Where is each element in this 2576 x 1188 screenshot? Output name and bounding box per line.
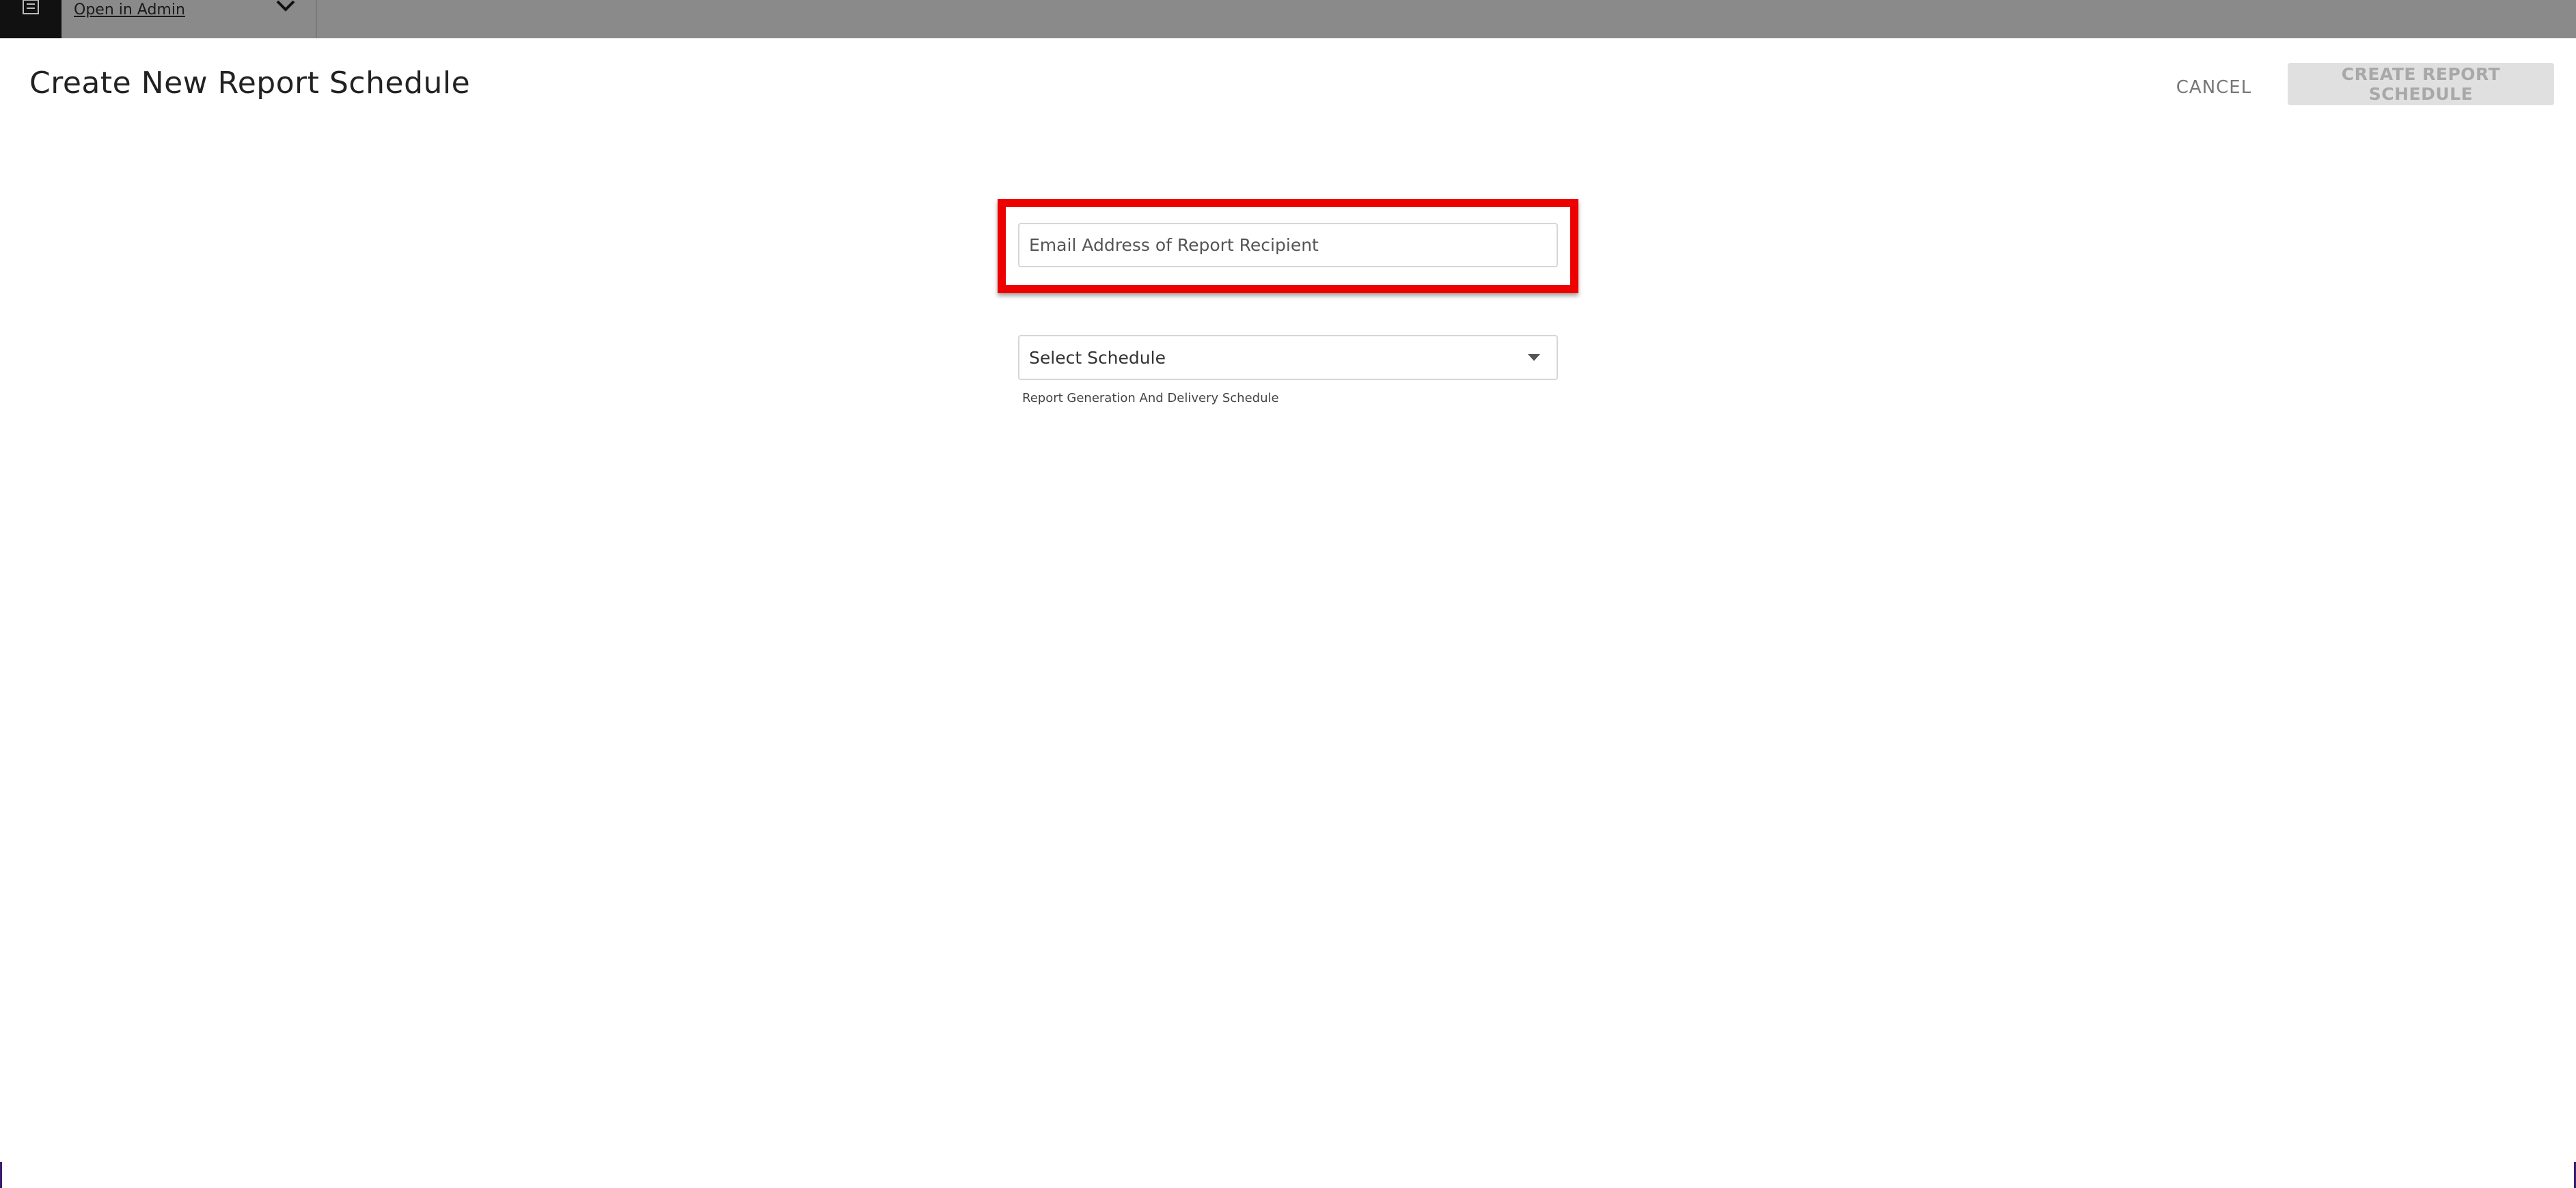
recipient-email-input[interactable] (1018, 223, 1558, 267)
left-edge-accent (0, 1162, 2, 1188)
cancel-button[interactable]: CANCEL (2166, 70, 2262, 105)
topbar-divider (316, 0, 317, 38)
create-report-schedule-button[interactable]: CREATE REPORT SCHEDULE (2288, 63, 2554, 105)
schedule-select-value: Select Schedule (1029, 348, 1166, 368)
open-in-admin-link[interactable]: Open in Admin (74, 1, 185, 18)
create-report-schedule-modal: Create New Report Schedule CANCEL CREATE… (0, 38, 2576, 1188)
schedule-select[interactable]: Select Schedule (1018, 335, 1558, 380)
building-icon (23, 0, 39, 14)
logo-block[interactable] (0, 0, 61, 38)
app-topbar: Open in Admin (0, 0, 2576, 38)
schedule-helper-text: Report Generation And Delivery Schedule (1022, 391, 1279, 405)
modal-title: Create New Report Schedule (29, 66, 471, 100)
chevron-down-icon[interactable] (273, 0, 298, 14)
caret-down-icon (1528, 354, 1540, 361)
